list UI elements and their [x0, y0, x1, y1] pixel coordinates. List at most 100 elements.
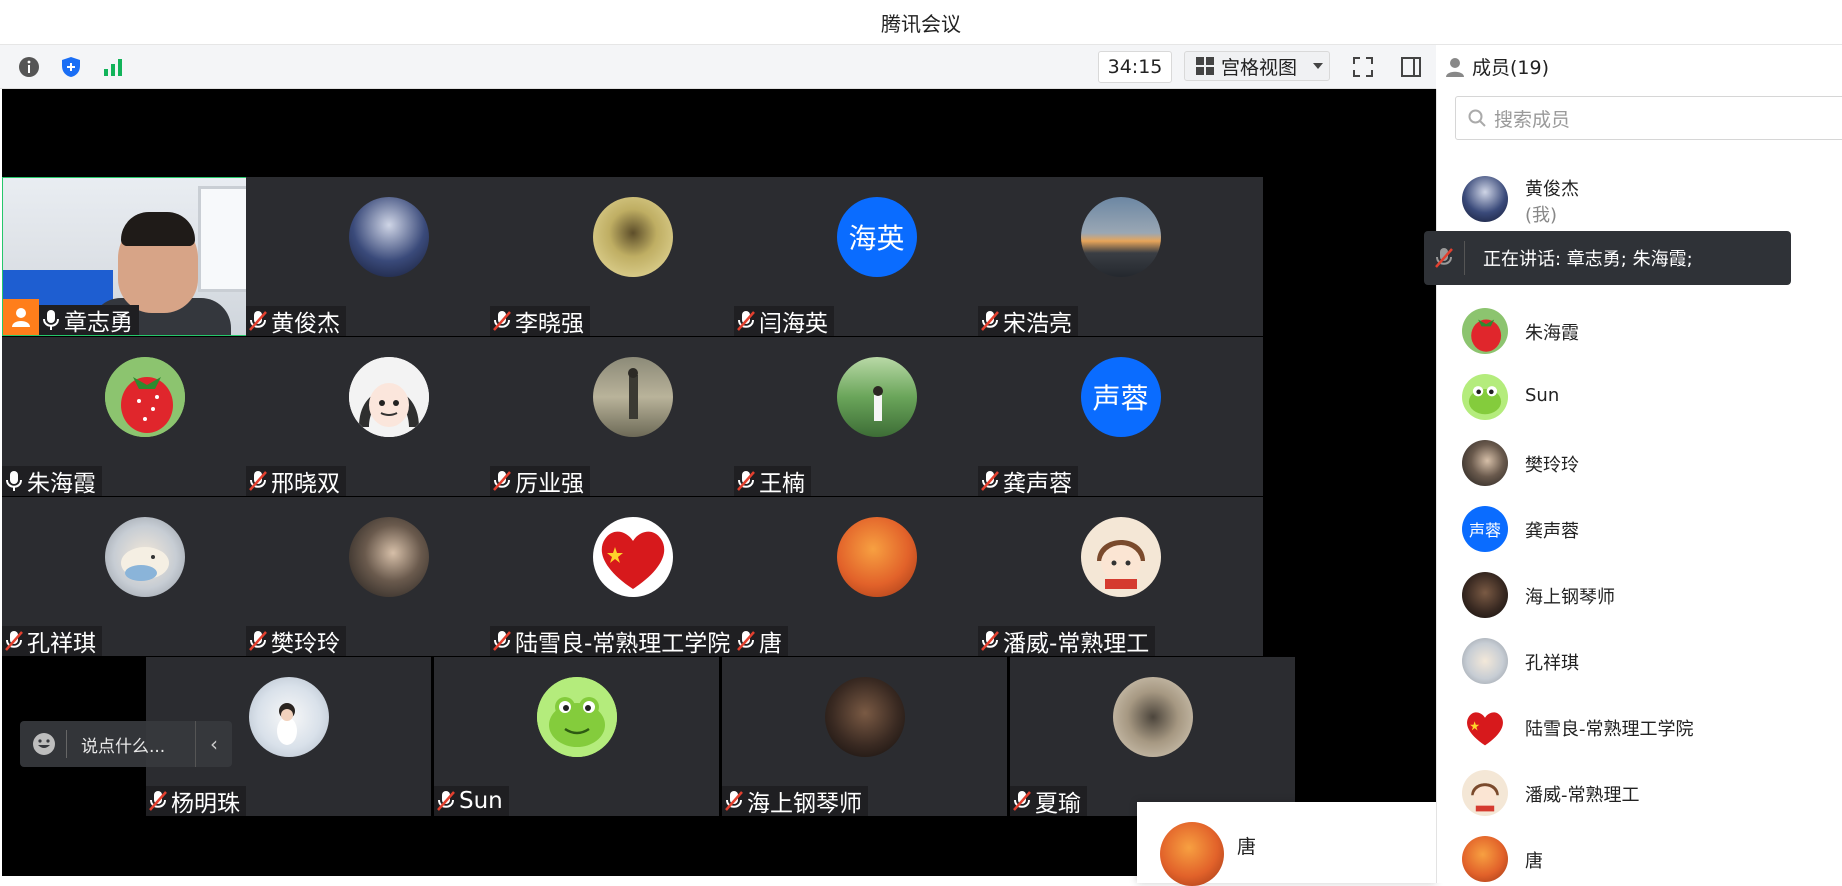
members-sidebar: 搜索成员 黄俊杰 (我) 朱海霞 Sun 樊玲玲 声蓉 龚声蓉 海上钢琴师 孔祥…: [1436, 89, 1842, 883]
participant-tile[interactable]: 夏瑜: [1010, 657, 1295, 817]
member-list-item[interactable]: 声蓉 龚声蓉: [1437, 495, 1842, 561]
tile-name: 王楠: [759, 471, 805, 497]
member-list-item[interactable]: 樊玲玲: [1437, 429, 1842, 495]
mic-muted-icon: [725, 791, 743, 811]
participant-tile[interactable]: 唐: [734, 497, 1019, 657]
popup-avatar: [1160, 822, 1224, 886]
avatar: [348, 357, 429, 437]
tile-name-tag: 孔祥琪: [2, 626, 102, 657]
tile-name: Sun: [459, 788, 503, 814]
person-camera-icon: [3, 299, 39, 335]
member-list-item[interactable]: 陆雪良-常熟理工学院: [1437, 693, 1842, 759]
member-list-item[interactable]: 唐: [1437, 825, 1842, 883]
window-title-bar: 腾讯会议: [0, 0, 1842, 45]
chevron-down-icon: [1313, 63, 1324, 69]
member-name: 孔祥琪: [1525, 653, 1579, 674]
tile-name-tag: 闫海英: [734, 306, 834, 337]
participant-tile[interactable]: 声蓉 龚声蓉: [978, 337, 1263, 497]
sidebar-toggle-icon[interactable]: [1396, 52, 1426, 82]
tile-name: 杨明珠: [171, 791, 240, 817]
avatar: [1462, 836, 1508, 882]
avatar: [592, 357, 673, 437]
tile-name-tag: 邢晓双: [246, 466, 346, 497]
member-list-item[interactable]: 潘威-常熟理工: [1437, 759, 1842, 825]
tile-name: 孔祥琪: [27, 631, 96, 657]
chat-input-placeholder[interactable]: 说点什么...: [81, 732, 165, 757]
avatar: [1462, 374, 1508, 420]
member-list-item[interactable]: Sun: [1437, 363, 1842, 429]
participant-tile[interactable]: 樊玲玲: [246, 497, 531, 657]
chat-divider: [66, 730, 67, 758]
participant-tile[interactable]: 李晓强: [490, 177, 775, 337]
member-list-item[interactable]: 海上钢琴师: [1437, 561, 1842, 627]
tile-name-tag: 夏瑜: [1010, 786, 1087, 817]
mic-muted-icon: [493, 631, 511, 651]
tile-name: 唐: [759, 631, 782, 657]
view-mode-dropdown[interactable]: 宫格视图: [1184, 51, 1330, 81]
mic-muted-icon: [149, 791, 167, 811]
participant-tile[interactable]: 孔祥琪: [2, 497, 287, 657]
member-name: 潘威-常熟理工: [1525, 785, 1640, 806]
tile-name: 朱海霞: [27, 471, 96, 497]
signal-icon[interactable]: [98, 52, 128, 82]
mic-muted-icon: [737, 471, 755, 491]
tile-name-tag: 王楠: [734, 466, 811, 497]
tile-name: 宋浩亮: [1003, 311, 1072, 337]
popup-name: 唐: [1237, 836, 1257, 858]
participant-tile[interactable]: 黄俊杰: [246, 177, 531, 337]
participant-tile[interactable]: 潘威-常熟理工: [978, 497, 1263, 657]
mic-muted-icon: [249, 311, 267, 331]
participant-tile[interactable]: 海英 闫海英: [734, 177, 1019, 337]
tile-name-tag: 厉业强: [490, 466, 590, 497]
member-list-item[interactable]: 黄俊杰 (我): [1437, 165, 1842, 231]
participant-tile[interactable]: 宋浩亮: [978, 177, 1263, 337]
info-icon[interactable]: [14, 52, 44, 82]
mic-muted-icon: [981, 471, 999, 491]
participant-tile[interactable]: 朱海霞: [2, 337, 287, 497]
participant-popup-card[interactable]: 唐: [1137, 802, 1436, 886]
tile-name-tag: 章志勇: [39, 305, 139, 335]
chevron-left-icon[interactable]: ‹: [195, 721, 232, 767]
avatar: [536, 677, 617, 757]
avatar: [1462, 308, 1508, 354]
member-name: 陆雪良-常熟理工学院: [1525, 719, 1694, 740]
mic-muted-icon: [981, 631, 999, 651]
chat-input-bar[interactable]: 说点什么... ‹: [20, 721, 232, 767]
avatar: [1080, 517, 1161, 597]
member-list-item[interactable]: 孔祥琪: [1437, 627, 1842, 693]
members-panel-header: 成员(19): [1440, 45, 1842, 88]
participant-tile[interactable]: 海上钢琴师: [722, 657, 1007, 817]
mic-muted-icon: [493, 471, 511, 491]
mic-muted-icon: [249, 471, 267, 491]
tile-name-tag: 樊玲玲: [246, 626, 346, 657]
avatar: [1112, 677, 1193, 757]
video-tile-active-speaker[interactable]: 章志勇: [2, 177, 287, 336]
avatar: [348, 197, 429, 277]
participant-tile[interactable]: Sun: [434, 657, 719, 816]
participant-tile[interactable]: 陆雪良-常熟理工学院: [490, 497, 775, 657]
member-name: 龚声蓉: [1525, 521, 1579, 542]
member-search-input[interactable]: 搜索成员: [1455, 96, 1842, 140]
participant-tile[interactable]: 厉业强: [490, 337, 775, 497]
participant-tile[interactable]: 邢晓双: [246, 337, 531, 497]
tile-name-tag: 李晓强: [490, 306, 590, 337]
fullscreen-icon[interactable]: [1348, 52, 1378, 82]
member-name: 海上钢琴师: [1525, 587, 1615, 608]
tile-name: 夏瑜: [1035, 791, 1081, 817]
avatar: [1462, 440, 1508, 486]
emoji-icon[interactable]: [32, 732, 56, 756]
meeting-timer: 34:15: [1098, 51, 1172, 83]
tile-name: 潘威-常熟理工: [1003, 631, 1150, 657]
member-list-item[interactable]: 朱海霞: [1437, 297, 1842, 363]
mic-on-icon: [43, 310, 59, 330]
avatar: [824, 677, 905, 757]
video-person-hair: [121, 212, 195, 246]
member-name: Sun: [1525, 385, 1560, 406]
mic-muted-icon: [737, 631, 755, 651]
participant-tile[interactable]: 王楠: [734, 337, 1019, 497]
avatar: [592, 517, 673, 597]
tile-name: 闫海英: [759, 311, 828, 337]
shield-icon[interactable]: [56, 52, 86, 82]
avatar: [104, 357, 185, 437]
mic-on-icon: [6, 471, 22, 491]
